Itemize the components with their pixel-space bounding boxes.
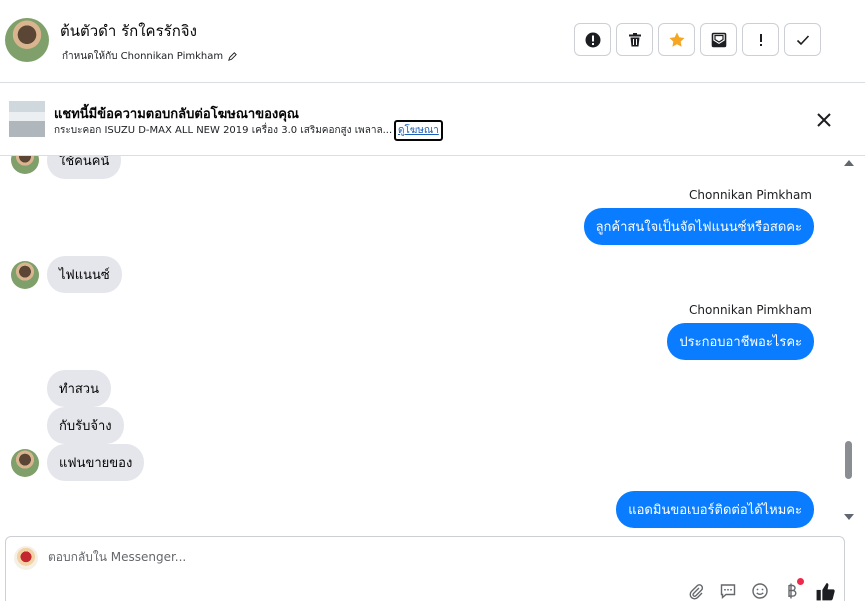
delete-button[interactable] xyxy=(616,23,653,56)
exclamation-icon xyxy=(759,33,762,46)
header-actions xyxy=(574,23,821,56)
like-icon xyxy=(816,582,835,600)
follow-up-button[interactable] xyxy=(742,23,779,56)
mark-spam-button[interactable] xyxy=(574,23,611,56)
scroll-down-arrow-icon[interactable] xyxy=(844,514,854,520)
mail-unread-icon xyxy=(711,32,726,47)
close-icon[interactable] xyxy=(815,111,833,129)
contact-avatar-small xyxy=(11,449,39,477)
payment-button[interactable] xyxy=(782,578,804,601)
saved-reply-button[interactable] xyxy=(718,581,738,601)
alert-circle-icon xyxy=(585,32,600,47)
sender-name: Chonnikan Pimkham xyxy=(689,188,812,202)
sender-name: Chonnikan Pimkham xyxy=(689,303,812,317)
star-button[interactable] xyxy=(658,23,695,56)
incoming-message[interactable]: ใช้คนคนั xyxy=(47,156,122,179)
conversation-header: ต้นตัวดำ รักใครรักจิง กำหนดให้กับ Chonni… xyxy=(0,0,865,83)
assignee-row[interactable]: กำหนดให้กับ Chonnikan Pimkham xyxy=(62,49,238,64)
trash-icon xyxy=(628,32,641,46)
scroll-up-arrow-icon[interactable] xyxy=(844,160,854,166)
reply-input[interactable] xyxy=(48,550,648,564)
scrollbar-thumb[interactable] xyxy=(845,441,852,479)
saved-reply-icon xyxy=(720,584,736,600)
attachment-icon xyxy=(689,584,704,600)
check-icon xyxy=(796,34,809,45)
outgoing-message[interactable]: ประกอบอาชีพอะไรคะ xyxy=(667,323,814,360)
incoming-message[interactable]: กับรับจ้าง xyxy=(47,407,124,444)
notification-dot xyxy=(797,578,804,585)
ad-reply-banner: แชทนี้มีข้อความตอบกลับต่อโฆษณาของคุณ กระ… xyxy=(0,84,865,156)
star-icon xyxy=(669,32,684,47)
ad-thumbnail[interactable] xyxy=(9,101,45,137)
page-avatar xyxy=(14,546,38,570)
emoji-button[interactable] xyxy=(750,581,770,601)
attach-button[interactable] xyxy=(686,581,706,601)
contact-avatar-small xyxy=(11,156,39,174)
ad-banner-title: แชทนี้มีข้อความตอบกลับต่อโฆษณาของคุณ xyxy=(54,107,299,122)
message-thread: ใช้คนคนั Chonnikan Pimkham ลูกค้าสนใจเป็… xyxy=(0,156,840,534)
pencil-icon[interactable] xyxy=(227,51,238,62)
composer-tools xyxy=(686,578,836,602)
ad-description: กระบะคอก ISUZU D-MAX ALL NEW 2019 เครื่อ… xyxy=(54,125,393,136)
incoming-message[interactable]: แฟนขายของ xyxy=(47,444,145,481)
incoming-message[interactable]: ไฟแนนซ์ xyxy=(47,256,122,293)
mark-done-button[interactable] xyxy=(784,23,821,56)
like-button[interactable] xyxy=(814,580,836,602)
contact-avatar-small xyxy=(11,261,39,289)
emoji-icon xyxy=(752,583,768,599)
contact-name[interactable]: ต้นตัวดำ รักใครรักจิง xyxy=(60,19,197,43)
outgoing-message[interactable]: แอดมินขอเบอร์ติดต่อได้ไหมคะ xyxy=(616,491,814,528)
mark-unread-button[interactable] xyxy=(700,23,737,56)
view-ad-link[interactable]: ดูโฆษณา xyxy=(394,120,443,141)
outgoing-message[interactable]: ลูกค้าสนใจเป็นจัดไฟแนนซ์หรือสดคะ xyxy=(583,208,814,245)
contact-avatar[interactable] xyxy=(5,18,49,62)
assignee-label: กำหนดให้กับ Chonnikan Pimkham xyxy=(62,51,224,62)
incoming-message[interactable]: ทำสวน xyxy=(47,370,111,407)
